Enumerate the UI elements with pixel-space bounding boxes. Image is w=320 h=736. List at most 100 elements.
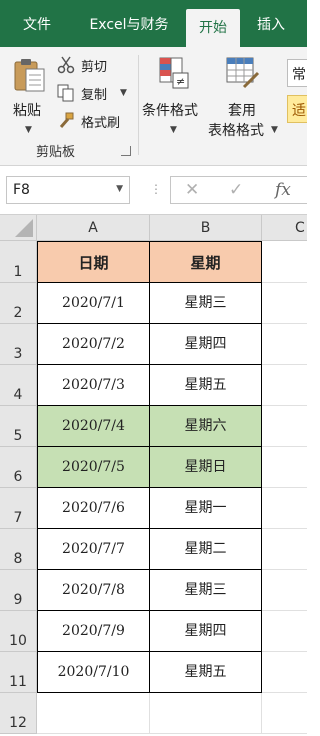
- paste-icon: [14, 59, 45, 92]
- date-cell[interactable]: 2020/7/4: [37, 406, 150, 447]
- empty-cell[interactable]: [262, 447, 307, 488]
- weekday-cell[interactable]: 星期五: [150, 365, 262, 406]
- row-header[interactable]: 12: [0, 693, 37, 734]
- cell-style-partial: 适: [292, 103, 306, 119]
- cut-button[interactable]: 剪切: [57, 55, 127, 77]
- select-all-corner[interactable]: [0, 215, 37, 241]
- weekday-cell[interactable]: [150, 693, 262, 734]
- empty-cell[interactable]: [262, 365, 307, 406]
- date-cell[interactable]: 2020/7/5: [37, 447, 150, 488]
- insert-function-icon[interactable]: fx: [275, 180, 291, 200]
- row-number: 2: [13, 305, 23, 321]
- row-header[interactable]: 10: [0, 611, 37, 652]
- tab-file[interactable]: 文件: [8, 0, 66, 47]
- date-cell[interactable]: 2020/7/2: [37, 324, 150, 365]
- enter-icon[interactable]: ✓: [229, 180, 243, 200]
- tab-home[interactable]: 开始: [186, 9, 240, 47]
- table-format-dropdown-icon[interactable]: ▼: [271, 125, 278, 135]
- conditional-format-dropdown-icon[interactable]: ▼: [170, 125, 177, 135]
- column-header-a[interactable]: A: [37, 215, 150, 241]
- row-header[interactable]: 4: [0, 365, 37, 406]
- row-header[interactable]: 6: [0, 447, 37, 488]
- ribbon-separator: [138, 55, 139, 155]
- row-header[interactable]: 2: [0, 283, 37, 324]
- column-header-b[interactable]: B: [150, 215, 262, 241]
- date-cell[interactable]: 2020/7/9: [37, 611, 150, 652]
- date-cell[interactable]: [37, 693, 150, 734]
- table-format-icon: [226, 57, 260, 89]
- scissors-icon: [57, 56, 75, 74]
- row-header[interactable]: 5: [0, 406, 37, 447]
- format-as-table-button[interactable]: 套用 表格格式 ▼: [208, 55, 280, 139]
- cancel-icon[interactable]: ✕: [185, 180, 199, 200]
- empty-cell[interactable]: [262, 652, 307, 693]
- ribbon-tab-bar: 文件 Excel与财务 开始 插入: [0, 0, 307, 47]
- empty-cell[interactable]: [262, 324, 307, 365]
- date-cell[interactable]: 2020/7/6: [37, 488, 150, 529]
- weekday-cell[interactable]: 星期五: [150, 652, 262, 693]
- weekday-cell[interactable]: 星期三: [150, 283, 262, 324]
- date-cell[interactable]: 2020/7/8: [37, 570, 150, 611]
- date-cell[interactable]: 2020/7/10: [37, 652, 150, 693]
- paste-label: 粘贴: [13, 103, 41, 119]
- column-header-c[interactable]: C: [262, 215, 307, 241]
- row-header[interactable]: 9: [0, 570, 37, 611]
- formula-bar: F8 ▼ ⋮ ✕ ✓ fx: [0, 166, 307, 215]
- empty-cell[interactable]: [262, 570, 307, 611]
- empty-cell[interactable]: [262, 406, 307, 447]
- cut-label: 剪切: [81, 60, 108, 75]
- name-box[interactable]: F8 ▼: [6, 176, 130, 204]
- copy-dropdown-icon[interactable]: ▼: [120, 88, 127, 98]
- empty-cell[interactable]: [262, 283, 307, 324]
- weekday-cell[interactable]: 星期三: [150, 570, 262, 611]
- date-cell[interactable]: 2020/7/1: [37, 283, 150, 324]
- table-format-label-2: 表格格式: [208, 123, 264, 139]
- row-header[interactable]: 8: [0, 529, 37, 570]
- empty-cell[interactable]: [262, 611, 307, 652]
- name-box-dropdown-icon[interactable]: ▼: [116, 184, 123, 194]
- empty-cell[interactable]: [262, 488, 307, 529]
- number-format-partial: 常: [292, 67, 306, 83]
- weekday-cell[interactable]: 星期一: [150, 488, 262, 529]
- date-cell[interactable]: 2020/7/7: [37, 529, 150, 570]
- row-header[interactable]: 11: [0, 652, 37, 693]
- weekday-cell[interactable]: 星期日: [150, 447, 262, 488]
- conditional-format-button[interactable]: ≠ 条件格式 ▼: [142, 55, 206, 135]
- copy-button[interactable]: 复制 ▼: [57, 83, 132, 105]
- empty-cell[interactable]: [262, 241, 307, 283]
- tab-excel-finance[interactable]: Excel与财务: [80, 0, 178, 47]
- row-number: 1: [13, 264, 23, 280]
- weekday-cell[interactable]: 星期四: [150, 324, 262, 365]
- row-header[interactable]: 7: [0, 488, 37, 529]
- format-painter-button[interactable]: 格式刷: [57, 111, 129, 133]
- clipboard-launcher-icon[interactable]: [121, 146, 131, 156]
- svg-text:≠: ≠: [176, 75, 185, 88]
- header-cell-weekday[interactable]: 星期: [150, 241, 262, 283]
- paste-dropdown-icon[interactable]: ▼: [25, 125, 32, 135]
- row-number: 4: [13, 387, 23, 403]
- formula-input-zone[interactable]: ✕ ✓ fx: [170, 176, 307, 204]
- row-header[interactable]: 3: [0, 324, 37, 365]
- copy-icon: [57, 84, 74, 102]
- empty-cell[interactable]: [262, 529, 307, 570]
- row-number: 7: [13, 510, 23, 526]
- row-number: 6: [13, 469, 23, 485]
- row-number: 3: [13, 346, 23, 362]
- number-format-box[interactable]: 常: [287, 59, 307, 87]
- paste-button[interactable]: 粘贴 ▼: [8, 55, 48, 135]
- formula-bar-grip-icon[interactable]: ⋮: [150, 182, 162, 196]
- tab-insert[interactable]: 插入: [247, 0, 295, 47]
- empty-cell[interactable]: [262, 693, 307, 734]
- weekday-cell[interactable]: 星期四: [150, 611, 262, 652]
- date-cell[interactable]: 2020/7/3: [37, 365, 150, 406]
- paintbrush-icon: [59, 112, 74, 128]
- row-number: 12: [9, 715, 27, 731]
- weekday-cell[interactable]: 星期六: [150, 406, 262, 447]
- cell-style-swatch[interactable]: 适: [287, 95, 307, 123]
- header-cell-date[interactable]: 日期: [37, 241, 150, 283]
- clipboard-group-label: 剪贴板: [36, 145, 76, 160]
- weekday-cell[interactable]: 星期二: [150, 529, 262, 570]
- select-all-triangle-icon: [15, 219, 33, 237]
- row-header[interactable]: 1: [0, 241, 37, 283]
- row-number: 9: [13, 592, 23, 608]
